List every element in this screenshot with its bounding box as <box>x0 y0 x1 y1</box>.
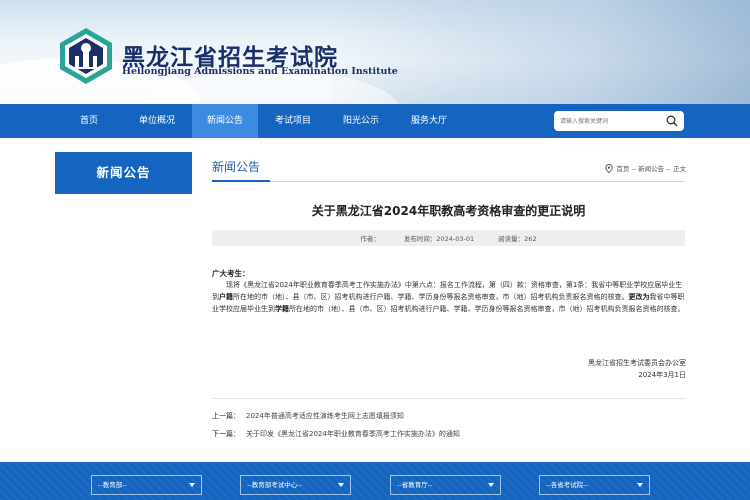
section-divider-accent <box>212 180 270 182</box>
nav-item-disclosure[interactable]: 阳光公示 <box>328 104 394 138</box>
footer-select-moe[interactable]: --教育部-- <box>91 475 202 495</box>
footer: --教育部-- --教育部考试中心-- --省教育厅-- --各省考试院-- <box>0 462 750 500</box>
prev-label: 上一篇： <box>212 412 240 420</box>
nav-item-about[interactable]: 单位概况 <box>124 104 190 138</box>
section-divider <box>212 181 685 182</box>
main-content: 新闻公告 新闻公告 首页 -- 新闻公告 -- 正文 关于黑龙江省2024年职教… <box>0 138 750 462</box>
search-box <box>554 111 684 131</box>
article-body: 现将《黑龙江省2024年职业教育春季高考工作实施办法》中第六点：报名工作流程，第… <box>212 281 685 313</box>
signature-date: 2024年3月1日 <box>638 371 686 379</box>
next-article[interactable]: 下一篇： 关于印发《黑龙江省2024年职业教育春季高考工作实施办法》的通知 <box>212 429 460 439</box>
article-title: 关于黑龙江省2024年职教高考资格审查的更正说明 <box>311 204 586 218</box>
site-name-en: Heilongjiang Admissions and Examination … <box>122 66 398 77</box>
search-input[interactable] <box>560 114 660 128</box>
sidebar-title: 新闻公告 <box>55 152 192 194</box>
nav-item-service[interactable]: 服务大厅 <box>396 104 462 138</box>
breadcrumb: 首页 -- 新闻公告 -- 正文 <box>605 163 686 173</box>
article-author: 作者： <box>360 235 380 243</box>
section-title: 新闻公告 <box>212 160 261 174</box>
search-icon[interactable] <box>666 115 678 127</box>
article-meta: 作者： 发布时间：2024-03-01 阅读量：262 <box>212 230 685 246</box>
article-date: 发布时间：2024-03-01 <box>403 235 475 243</box>
chevron-down-icon <box>637 483 643 487</box>
next-label: 下一篇： <box>212 430 240 438</box>
location-pin-icon <box>605 163 613 173</box>
nav-item-exams[interactable]: 考试项目 <box>260 104 326 138</box>
nav-item-home[interactable]: 首页 <box>56 104 122 138</box>
next-link: 关于印发《黑龙江省2024年职业教育春季高考工作实施办法》的通知 <box>246 430 460 438</box>
prev-link: 2024年普通高考适应性演练考生网上志愿填报须知 <box>246 412 404 420</box>
article-greeting: 广大考生： <box>212 269 250 278</box>
article-signature: 黑龙江省招生考试委员会办公室 2024年3月1日 <box>588 357 686 381</box>
footer-select-exam-boards[interactable]: --各省考试院-- <box>539 475 650 495</box>
nav-item-news[interactable]: 新闻公告 <box>192 104 258 138</box>
chevron-down-icon <box>488 483 494 487</box>
chevron-down-icon <box>338 483 344 487</box>
article-views: 阅读量：262 <box>498 235 537 243</box>
footer-select-neea[interactable]: --教育部考试中心-- <box>240 475 351 495</box>
breadcrumb-text[interactable]: 首页 -- 新闻公告 -- 正文 <box>616 163 686 173</box>
institute-logo-icon <box>60 28 112 84</box>
main-nav: 首页 单位概况 新闻公告 考试项目 阳光公示 服务大厅 <box>0 104 750 138</box>
chevron-down-icon <box>189 483 195 487</box>
banner-sky <box>330 0 750 104</box>
footer-select-edu-dept[interactable]: --省教育厅-- <box>390 475 501 495</box>
signature-org: 黑龙江省招生考试委员会办公室 <box>588 359 686 367</box>
prev-article[interactable]: 上一篇： 2024年普通高考适应性演练考生网上志愿填报须知 <box>212 411 404 421</box>
header-banner: 黑龙江省招生考试院 Heilongjiang Admissions and Ex… <box>0 0 750 104</box>
pager-divider <box>212 398 685 399</box>
